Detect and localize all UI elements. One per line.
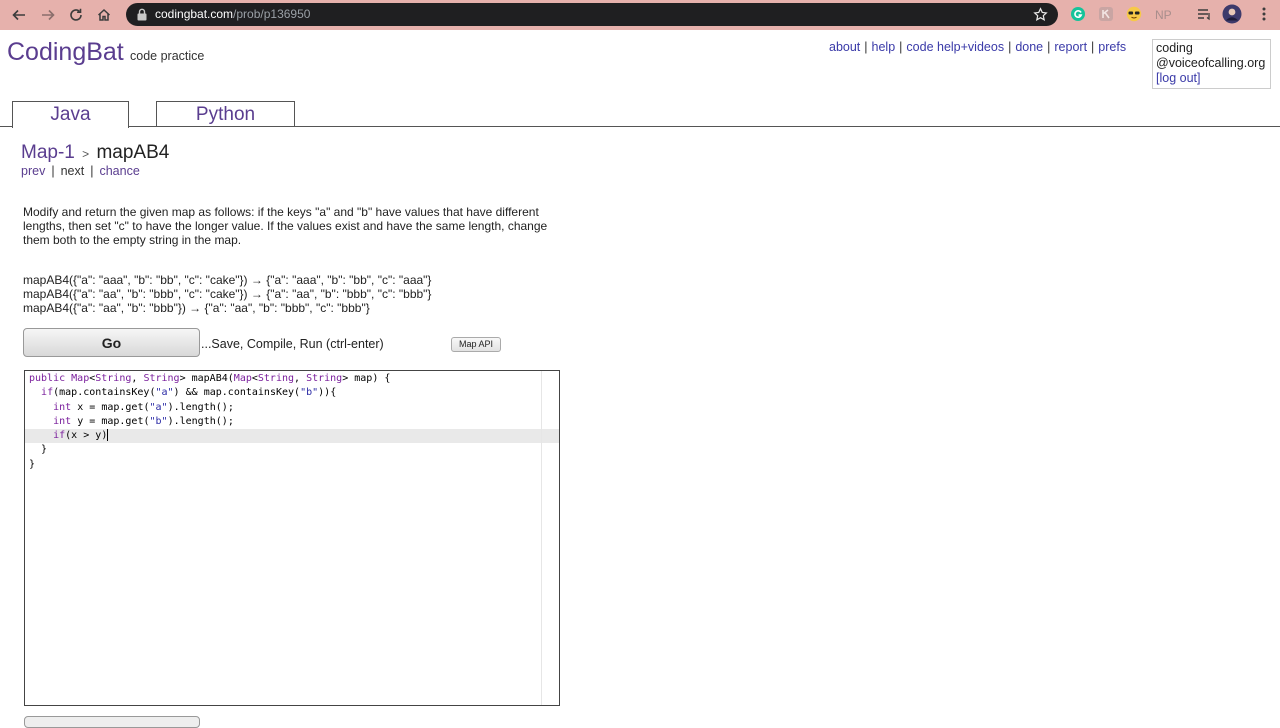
code-line: } [29, 458, 36, 470]
np-extension-label: NP [1155, 8, 1172, 22]
lock-icon [137, 8, 147, 21]
code-line: } [41, 444, 48, 456]
browser-toolbar: codingbat.com/prob/p136950 NP [0, 0, 1280, 30]
print-margin [541, 371, 542, 705]
top-nav: about | help | code help+videos | done | report |… [829, 40, 1126, 55]
logout-link[interactable]: [log out] [1156, 71, 1200, 85]
breadcrumb-separator: > [82, 147, 90, 161]
text-cursor [107, 429, 109, 442]
examples-list: mapAB4({"a": "aaa", "b": "bb", "c": "cak… [23, 273, 431, 315]
nav-separator: | [90, 164, 94, 178]
go-hint-text: ...Save, Compile, Run (ctrl-enter) [201, 337, 384, 351]
next-text: next [60, 164, 85, 178]
breadcrumb: Map-1 > mapAB4 [21, 142, 169, 165]
site-logo[interactable]: CodingBat [7, 38, 124, 66]
tab-java[interactable]: Java [12, 101, 129, 128]
nav-separator: | [1008, 40, 1012, 54]
forward-arrow-icon[interactable] [36, 3, 60, 27]
url-text: codingbat.com/prob/p136950 [155, 7, 310, 22]
reload-icon[interactable] [64, 3, 88, 27]
tab-baseline [0, 126, 1280, 127]
nav-separator: | [1091, 40, 1095, 54]
nav-link-about[interactable]: about [829, 40, 860, 54]
sunglasses-icon[interactable] [1126, 6, 1142, 22]
user-name-line2: @voiceofcalling.org [1156, 56, 1266, 70]
page-title: mapAB4 [96, 142, 170, 163]
url-host: codingbat.com [155, 7, 234, 21]
back-arrow-icon[interactable] [7, 3, 31, 27]
example-line: mapAB4({"a": "aa", "b": "bbb"}) → {"a": … [23, 301, 370, 315]
chance-link[interactable]: chance [99, 164, 139, 178]
nav-link-prefs[interactable]: prefs [1098, 40, 1126, 54]
nav-link-help[interactable]: help [872, 40, 896, 54]
reading-list-icon[interactable] [1196, 6, 1212, 22]
tab-python[interactable]: Python [156, 101, 295, 126]
nav-link-done[interactable]: done [1015, 40, 1043, 54]
nav-separator: | [864, 40, 868, 54]
nav-separator: | [899, 40, 903, 54]
user-box: coding @voiceofcalling.org [log out] [1152, 39, 1271, 89]
example-line: mapAB4({"a": "aa", "b": "bbb", "c": "cak… [23, 287, 432, 301]
code-content[interactable]: public Map<String, String> mapAB4(Map<St… [29, 372, 390, 472]
prev-link[interactable]: prev [21, 164, 45, 178]
home-icon[interactable] [92, 3, 116, 27]
star-icon[interactable] [1033, 7, 1048, 22]
url-path: /prob/p136950 [233, 7, 311, 21]
code-line: int x = map.get("a").length(); [53, 401, 234, 413]
code-line: if(map.containsKey("a") && map.containsK… [41, 387, 337, 399]
go-button[interactable]: Go [23, 328, 200, 357]
example-line: mapAB4({"a": "aaa", "b": "bb", "c": "cak… [23, 273, 432, 287]
user-name-line1: coding [1156, 41, 1193, 55]
site-tagline: code practice [130, 49, 205, 63]
next-action-button[interactable] [24, 716, 200, 728]
extension-icon[interactable] [1098, 6, 1114, 22]
breadcrumb-category-link[interactable]: Map-1 [21, 142, 75, 163]
nav-link-code-help-videos[interactable]: code help+videos [906, 40, 1004, 54]
code-line: if(x > y) [53, 429, 109, 442]
map-api-button[interactable]: Map API [451, 337, 501, 352]
problem-nav: prev | next | chance [21, 164, 140, 179]
nav-link-report[interactable]: report [1054, 40, 1087, 54]
grammarly-icon[interactable] [1070, 6, 1086, 22]
nav-separator: | [51, 164, 55, 178]
code-editor[interactable]: public Map<String, String> mapAB4(Map<St… [24, 370, 560, 706]
problem-description: Modify and return the given map as follo… [23, 205, 548, 247]
np-extension-icon[interactable]: NP [1154, 6, 1174, 22]
nav-separator: | [1047, 40, 1051, 54]
profile-avatar-icon[interactable] [1222, 4, 1242, 24]
menu-dots-icon[interactable] [1256, 6, 1272, 22]
code-line: int y = map.get("b").length(); [53, 415, 234, 427]
address-bar[interactable]: codingbat.com/prob/p136950 [126, 3, 1058, 26]
code-line: public Map<String, String> mapAB4(Map<St… [29, 373, 391, 384]
